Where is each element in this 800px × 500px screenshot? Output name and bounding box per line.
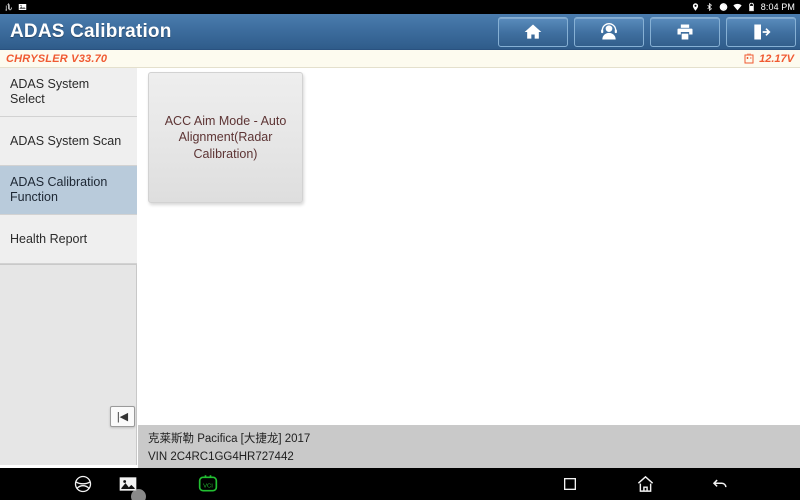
- sync-icon: [719, 3, 728, 11]
- touch-cursor-indicator: [131, 489, 146, 500]
- version-voltage-bar: CHRYSLER V33.70 12.17V: [0, 50, 800, 68]
- voltage-value: 12.17V: [759, 52, 794, 65]
- sidebar-collapse-button[interactable]: |◀: [110, 406, 135, 427]
- page-title: ADAS Calibration: [10, 20, 172, 42]
- title-bar-actions: [498, 17, 796, 47]
- printer-icon: [677, 24, 693, 40]
- sidebar-item-adas-system-scan[interactable]: ADAS System Scan: [0, 117, 137, 166]
- back-arrow-icon[interactable]: [710, 475, 729, 494]
- main-content: ACC Aim Mode - Auto Alignment(Radar Cali…: [138, 68, 800, 425]
- battery-icon: [749, 2, 754, 12]
- exit-button[interactable]: [726, 17, 796, 47]
- sidebar-menu: ADAS System Select ADAS System Scan ADAS…: [0, 68, 137, 265]
- vehicle-model: 克莱斯勒 Pacifica [大捷龙] 2017: [148, 433, 311, 445]
- sidebar-item-label: Health Report: [10, 231, 88, 246]
- vehicle-version-label: CHRYSLER V33.70: [6, 52, 108, 65]
- sidebar-item-adas-calibration-function[interactable]: ADAS Calibration Function: [0, 166, 137, 215]
- wifi-icon: [733, 3, 742, 11]
- sidebar-item-label: ADAS System Select: [10, 77, 90, 106]
- home-outline-icon[interactable]: [636, 475, 655, 494]
- collapse-left-icon: |◀: [116, 411, 129, 423]
- bluetooth-icon: [707, 2, 712, 12]
- sidebar-item-label: ADAS System Scan: [10, 133, 122, 148]
- usb-icon: [5, 3, 12, 11]
- adas-calibration-screen: 8:04 PM ADAS Calibration CHRYSLER V33.70…: [0, 0, 800, 500]
- sidebar-item-adas-system-select[interactable]: ADAS System Select: [0, 68, 137, 117]
- calibration-function-tile[interactable]: ACC Aim Mode - Auto Alignment(Radar Cali…: [148, 72, 303, 203]
- android-status-bar: 8:04 PM: [0, 0, 800, 14]
- support-button[interactable]: [574, 17, 644, 47]
- voltage-indicator: 12.17V: [743, 52, 800, 65]
- home-button[interactable]: [498, 17, 568, 47]
- app-title-bar: ADAS Calibration: [0, 14, 800, 50]
- svg-text:VCI: VCI: [203, 483, 213, 489]
- exit-door-icon: [754, 24, 771, 40]
- screenshot-icon: [18, 4, 27, 10]
- location-icon: [692, 3, 698, 11]
- sidebar-item-label: ADAS Calibration Function: [10, 175, 108, 204]
- battery-voltage-icon: [744, 53, 754, 64]
- tile-label: ACC Aim Mode - Auto Alignment(Radar Cali…: [164, 113, 287, 161]
- print-button[interactable]: [650, 17, 720, 47]
- square-icon[interactable]: [562, 476, 578, 492]
- headset-person-icon: [601, 23, 617, 40]
- home-icon: [524, 24, 542, 39]
- android-nav-bar: VCI: [0, 468, 800, 500]
- vci-connector-icon[interactable]: VCI: [196, 474, 220, 494]
- globe-icon[interactable]: [73, 474, 93, 494]
- vehicle-info-bar: 克莱斯勒 Pacifica [大捷龙] 2017 VIN 2C4RC1GG4HR…: [138, 425, 800, 468]
- status-time: 8:04 PM: [760, 2, 795, 12]
- status-right-icons: 8:04 PM: [691, 2, 800, 12]
- vehicle-vin: VIN 2C4RC1GG4HR727442: [148, 450, 294, 463]
- sidebar-item-health-report[interactable]: Health Report: [0, 215, 137, 264]
- status-left-icons: [0, 2, 27, 12]
